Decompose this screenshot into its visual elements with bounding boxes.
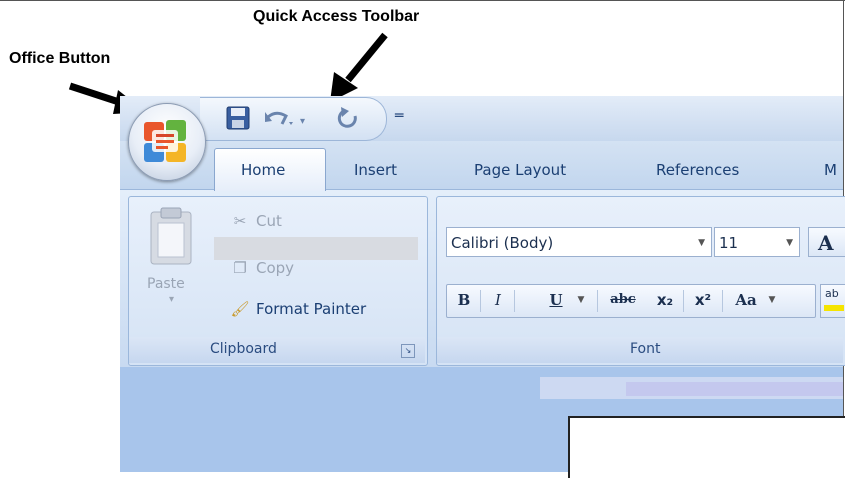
font-group-label: Font [630, 341, 661, 357]
separator [514, 290, 515, 312]
superscript-button[interactable]: x² [688, 286, 718, 314]
paste-label[interactable]: Paste [147, 276, 185, 292]
separator [480, 290, 481, 312]
tab-home[interactable]: Home [241, 161, 285, 179]
ruler-margin [626, 382, 843, 396]
redo-icon[interactable] [336, 106, 360, 134]
document-page[interactable] [568, 416, 845, 478]
copy-button[interactable]: ❐ Copy [230, 259, 294, 277]
clipboard-label-bar [129, 337, 425, 363]
font-name-combo[interactable]: Calibri (Body) ▼ [446, 227, 712, 257]
undo-dropdown-icon[interactable]: ▾ [300, 116, 305, 127]
paste-dropdown-icon[interactable]: ▾ [169, 294, 174, 305]
underline-button[interactable]: U [544, 286, 568, 314]
chevron-down-icon: ▼ [698, 238, 705, 248]
cut-label: Cut [256, 212, 282, 230]
highlight-color-swatch [824, 305, 844, 311]
undo-icon-graphic [265, 111, 293, 125]
strikethrough-button[interactable]: abc [603, 286, 643, 314]
separator [722, 290, 723, 312]
font-size-combo[interactable]: 11 ▼ [714, 227, 800, 257]
grow-font-button[interactable]: A [808, 227, 845, 257]
highlight-button[interactable]: ab [820, 284, 845, 318]
copy-label: Copy [256, 259, 295, 277]
tab-references[interactable]: References [656, 161, 739, 179]
tab-mailings[interactable]: M [824, 161, 837, 179]
redo-icon-graphic [337, 107, 357, 128]
change-case-dropdown-icon[interactable]: ▼ [766, 286, 778, 314]
format-painter-label: Format Painter [256, 300, 367, 318]
separator [683, 290, 684, 312]
scissors-icon: ✂ [233, 212, 247, 230]
chevron-down-icon: ▼ [786, 238, 793, 248]
paste-icon[interactable] [148, 207, 198, 269]
highlight-label: ab [825, 287, 839, 300]
underline-dropdown-icon[interactable]: ▼ [574, 286, 588, 314]
customize-qat-icon[interactable]: ═ [395, 108, 403, 124]
grow-font-label: A [818, 231, 834, 255]
cut-button[interactable]: ✂ Cut [230, 212, 282, 230]
arrow-to-qat [330, 32, 388, 102]
change-case-button[interactable]: Aa [728, 286, 764, 314]
tab-insert[interactable]: Insert [354, 161, 397, 179]
save-icon[interactable] [226, 106, 250, 134]
tab-page-layout[interactable]: Page Layout [474, 161, 566, 179]
font-name-value: Calibri (Body) [451, 234, 554, 252]
font-size-value: 11 [719, 234, 739, 252]
paintbrush-icon: 🖌 [230, 300, 250, 318]
clipboard-group-label: Clipboard [210, 341, 277, 357]
separator [597, 290, 598, 312]
office-logo-icon [144, 120, 186, 162]
subscript-button[interactable]: x₂ [650, 286, 680, 314]
format-painter-button[interactable]: 🖌 Format Painter [230, 300, 366, 318]
italic-button[interactable]: I [486, 286, 510, 314]
dialog-launcher-icon[interactable]: ↘ [401, 344, 415, 358]
bold-button[interactable]: B [452, 286, 476, 314]
screenshot-root: Quick Access Toolbar Office Button ▾ ═ H… [0, 0, 845, 478]
save-icon-graphic [226, 106, 250, 130]
copy-highlight [214, 237, 418, 260]
copy-icon: ❐ [233, 259, 247, 277]
undo-icon[interactable] [264, 108, 294, 134]
